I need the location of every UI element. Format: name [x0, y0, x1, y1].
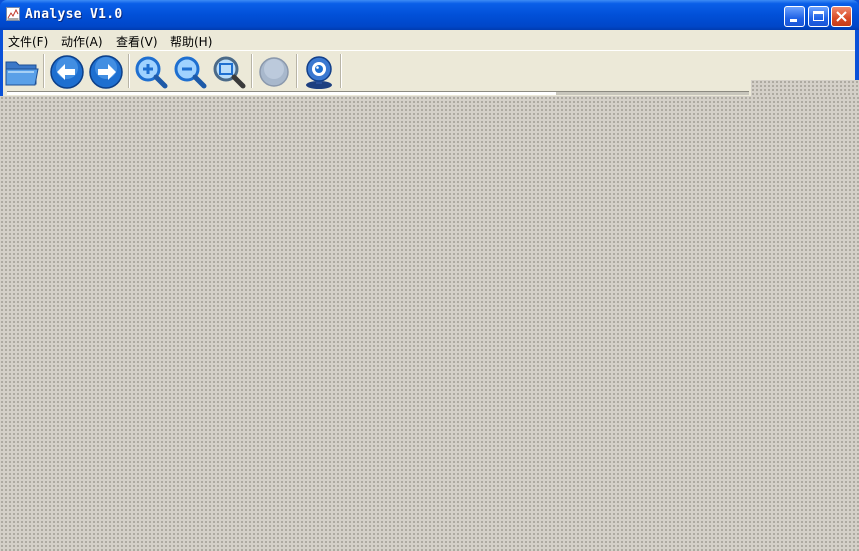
close-icon: [836, 11, 847, 22]
arrow-right-icon: [89, 55, 123, 89]
stop-button[interactable]: [256, 54, 292, 90]
zoom-in-button[interactable]: [133, 54, 169, 90]
forward-button[interactable]: [88, 54, 124, 90]
zoom-fit-button[interactable]: [211, 54, 247, 90]
back-button[interactable]: [49, 54, 85, 90]
progress-fill: [7, 92, 556, 95]
zoom-fit-icon: [213, 56, 246, 89]
camera-button[interactable]: [301, 54, 337, 90]
maximize-button[interactable]: [808, 6, 829, 27]
zoom-out-button[interactable]: [172, 54, 208, 90]
menu-bar: 文件(F) 动作(A) 查看(V) 帮助(H): [3, 30, 855, 50]
toolbar: [3, 50, 855, 90]
minimize-button[interactable]: [784, 6, 805, 27]
progress-bar: [7, 91, 749, 95]
maximize-icon: [813, 11, 824, 21]
menu-view[interactable]: 查看(V): [116, 33, 158, 50]
open-button[interactable]: [4, 54, 40, 90]
webcam-icon: [306, 56, 332, 89]
toolbar-separator: [128, 54, 130, 88]
zoom-out-icon: [174, 56, 207, 89]
toolbar-separator: [251, 54, 253, 88]
menu-help[interactable]: 帮助(H): [170, 33, 212, 50]
arrow-left-icon: [50, 55, 84, 89]
minimize-icon: [790, 19, 797, 22]
title-bar[interactable]: Analyse V1.0: [0, 0, 859, 30]
app-chart-icon[interactable]: [6, 7, 20, 21]
zoom-in-icon: [135, 56, 168, 89]
workspace-corner: [751, 80, 859, 96]
toolbar-separator: [296, 54, 298, 88]
close-button[interactable]: [831, 6, 852, 27]
toolbar-separator: [340, 54, 342, 88]
window-title: Analyse V1.0: [25, 7, 123, 22]
stop-circle-icon: [259, 57, 289, 87]
progress-remaining: [556, 92, 749, 95]
menu-file[interactable]: 文件(F): [8, 33, 48, 50]
progress-strip: [3, 90, 855, 96]
folder-open-icon: [5, 61, 39, 86]
toolbar-separator: [43, 54, 45, 88]
menu-action[interactable]: 动作(A): [61, 33, 103, 50]
main-window: Analyse V1.0 文件(F) 动作(A) 查看(V) 帮助(H): [0, 0, 859, 96]
